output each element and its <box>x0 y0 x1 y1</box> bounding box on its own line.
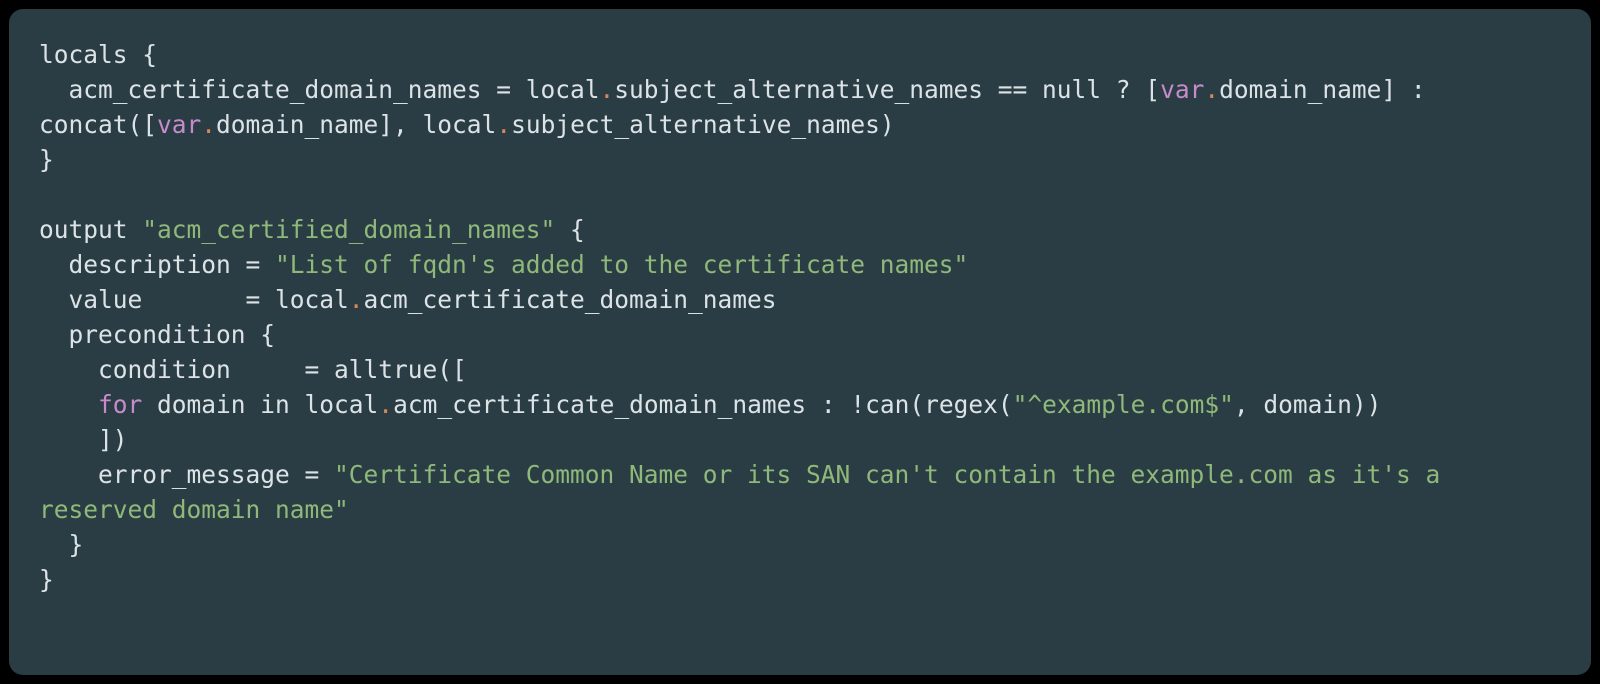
code-token: value = local <box>39 285 349 314</box>
code-token: . <box>600 75 615 104</box>
code-token: . <box>378 390 393 419</box>
code-token: ]) <box>39 425 128 454</box>
code-token: . <box>349 285 364 314</box>
code-token: error_message = <box>39 460 334 489</box>
code-token: precondition { <box>39 320 275 349</box>
code-token: } <box>39 145 54 174</box>
code-token: acm_certificate_domain_names = local <box>39 75 600 104</box>
code-token: var <box>157 110 201 139</box>
code-token: domain in local <box>142 390 378 419</box>
code-token: } <box>39 565 54 594</box>
code-token: for <box>98 390 142 419</box>
code-token: , domain)) <box>1234 390 1382 419</box>
code-token: subject_alternative_names) <box>511 110 895 139</box>
code-content: locals { acm_certificate_domain_names = … <box>39 40 1455 594</box>
code-token: . <box>1204 75 1219 104</box>
code-token: condition = alltrue([ <box>39 355 467 384</box>
code-token <box>39 390 98 419</box>
code-token: domain_name], local <box>216 110 496 139</box>
code-token: var <box>1160 75 1204 104</box>
code-token: . <box>496 110 511 139</box>
code-token: description = <box>39 250 275 279</box>
code-token: . <box>201 110 216 139</box>
code-token: "acm_certified_domain_names" <box>142 215 555 244</box>
code-token: subject_alternative_names == null ? [ <box>614 75 1160 104</box>
code-token: acm_certificate_domain_names <box>364 285 777 314</box>
code-token: { <box>555 215 585 244</box>
code-token: } <box>39 530 83 559</box>
code-token: acm_certificate_domain_names : !can(rege… <box>393 390 1013 419</box>
code-token: output <box>39 215 142 244</box>
code-block: locals { acm_certificate_domain_names = … <box>9 9 1591 675</box>
code-token: "List of fqdn's added to the certificate… <box>275 250 968 279</box>
code-token: locals { <box>39 40 157 69</box>
code-token: "^example.com$" <box>1013 390 1234 419</box>
